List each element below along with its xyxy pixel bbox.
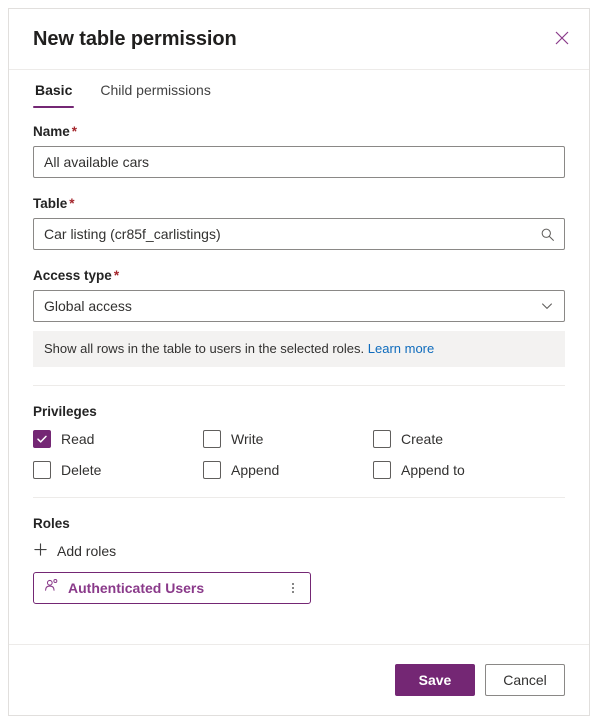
- name-label: Name *: [33, 124, 565, 139]
- add-roles-label: Add roles: [57, 542, 117, 559]
- access-type-label: Access type *: [33, 268, 565, 283]
- privilege-read[interactable]: Read: [33, 429, 203, 448]
- privilege-delete[interactable]: Delete: [33, 460, 203, 479]
- more-vertical-icon[interactable]: [284, 577, 302, 599]
- add-roles-button[interactable]: Add roles: [33, 542, 116, 560]
- tab-basic[interactable]: Basic: [33, 80, 75, 108]
- table-input-wrap: [33, 218, 565, 250]
- name-field-group: Name *: [33, 124, 565, 178]
- divider-privileges: [33, 384, 565, 386]
- learn-more-link[interactable]: Learn more: [368, 341, 434, 356]
- privilege-append-to-label: Append to: [401, 461, 465, 478]
- roles-title: Roles: [33, 515, 70, 531]
- access-type-label-text: Access type: [33, 268, 112, 283]
- close-icon: [555, 31, 569, 45]
- checkbox-read[interactable]: [33, 429, 51, 448]
- checkbox-create[interactable]: [373, 429, 391, 448]
- access-type-required-marker: *: [113, 268, 120, 283]
- role-chip-authenticated-users[interactable]: Authenticated Users: [33, 571, 311, 604]
- tab-basic-label: Basic: [35, 82, 73, 98]
- person-icon: [44, 578, 59, 598]
- search-icon[interactable]: [537, 218, 557, 250]
- access-type-hint-text: Show all rows in the table to users in t…: [44, 341, 365, 356]
- chevron-down-icon[interactable]: [537, 290, 557, 322]
- name-input-wrap: [33, 146, 565, 178]
- access-type-select-wrap: [33, 290, 565, 322]
- privilege-create-label: Create: [401, 430, 444, 447]
- table-label-text: Table: [33, 196, 68, 211]
- save-button[interactable]: Save: [395, 664, 475, 696]
- page-title: New table permission: [33, 27, 237, 50]
- table-field-group: Table *: [33, 196, 565, 250]
- access-type-select[interactable]: [33, 290, 565, 322]
- more-dot: [292, 586, 294, 589]
- more-dot: [292, 590, 294, 593]
- privilege-append-to[interactable]: Append to: [373, 460, 543, 479]
- cancel-button[interactable]: Cancel: [485, 664, 565, 696]
- access-type-hint: Show all rows in the table to users in t…: [33, 331, 565, 367]
- plus-icon: [33, 542, 48, 560]
- name-required-marker: *: [71, 124, 78, 139]
- privilege-append-label: Append: [231, 461, 280, 478]
- checkbox-append[interactable]: [203, 460, 221, 479]
- table-required-marker: *: [69, 196, 75, 211]
- privilege-create[interactable]: Create: [373, 429, 543, 448]
- tab-list: Basic Child permissions: [9, 70, 589, 110]
- new-table-permission-dialog: New table permission Basic Child permiss…: [8, 8, 590, 716]
- table-input[interactable]: [33, 218, 565, 250]
- dialog-header: New table permission: [9, 9, 589, 70]
- privilege-write[interactable]: Write: [203, 429, 373, 448]
- more-dot: [292, 582, 294, 585]
- privilege-delete-label: Delete: [61, 461, 102, 478]
- privilege-append[interactable]: Append: [203, 460, 373, 479]
- dialog-footer: Save Cancel: [9, 644, 589, 715]
- privileges-grid: Read Write Create Delete Append Append t…: [33, 429, 565, 479]
- checkbox-write[interactable]: [203, 429, 221, 448]
- name-label-text: Name: [33, 124, 70, 139]
- checkbox-append-to[interactable]: [373, 460, 391, 479]
- role-chip-label: Authenticated Users: [68, 579, 205, 596]
- privileges-title: Privileges: [33, 403, 97, 419]
- divider-roles: [33, 496, 565, 498]
- privilege-read-label: Read: [61, 430, 95, 447]
- name-input[interactable]: [33, 146, 565, 178]
- table-label: Table *: [33, 196, 565, 211]
- privilege-write-label: Write: [231, 430, 264, 447]
- access-type-field-group: Access type* Show all rows in the table …: [33, 268, 565, 367]
- dialog-body: Name* Table*: [9, 110, 589, 644]
- tab-child-permissions-label: Child permissions: [100, 82, 211, 98]
- checkbox-delete[interactable]: [33, 460, 51, 479]
- tab-child-permissions[interactable]: Child permissions: [98, 80, 212, 108]
- close-button[interactable]: [545, 21, 579, 55]
